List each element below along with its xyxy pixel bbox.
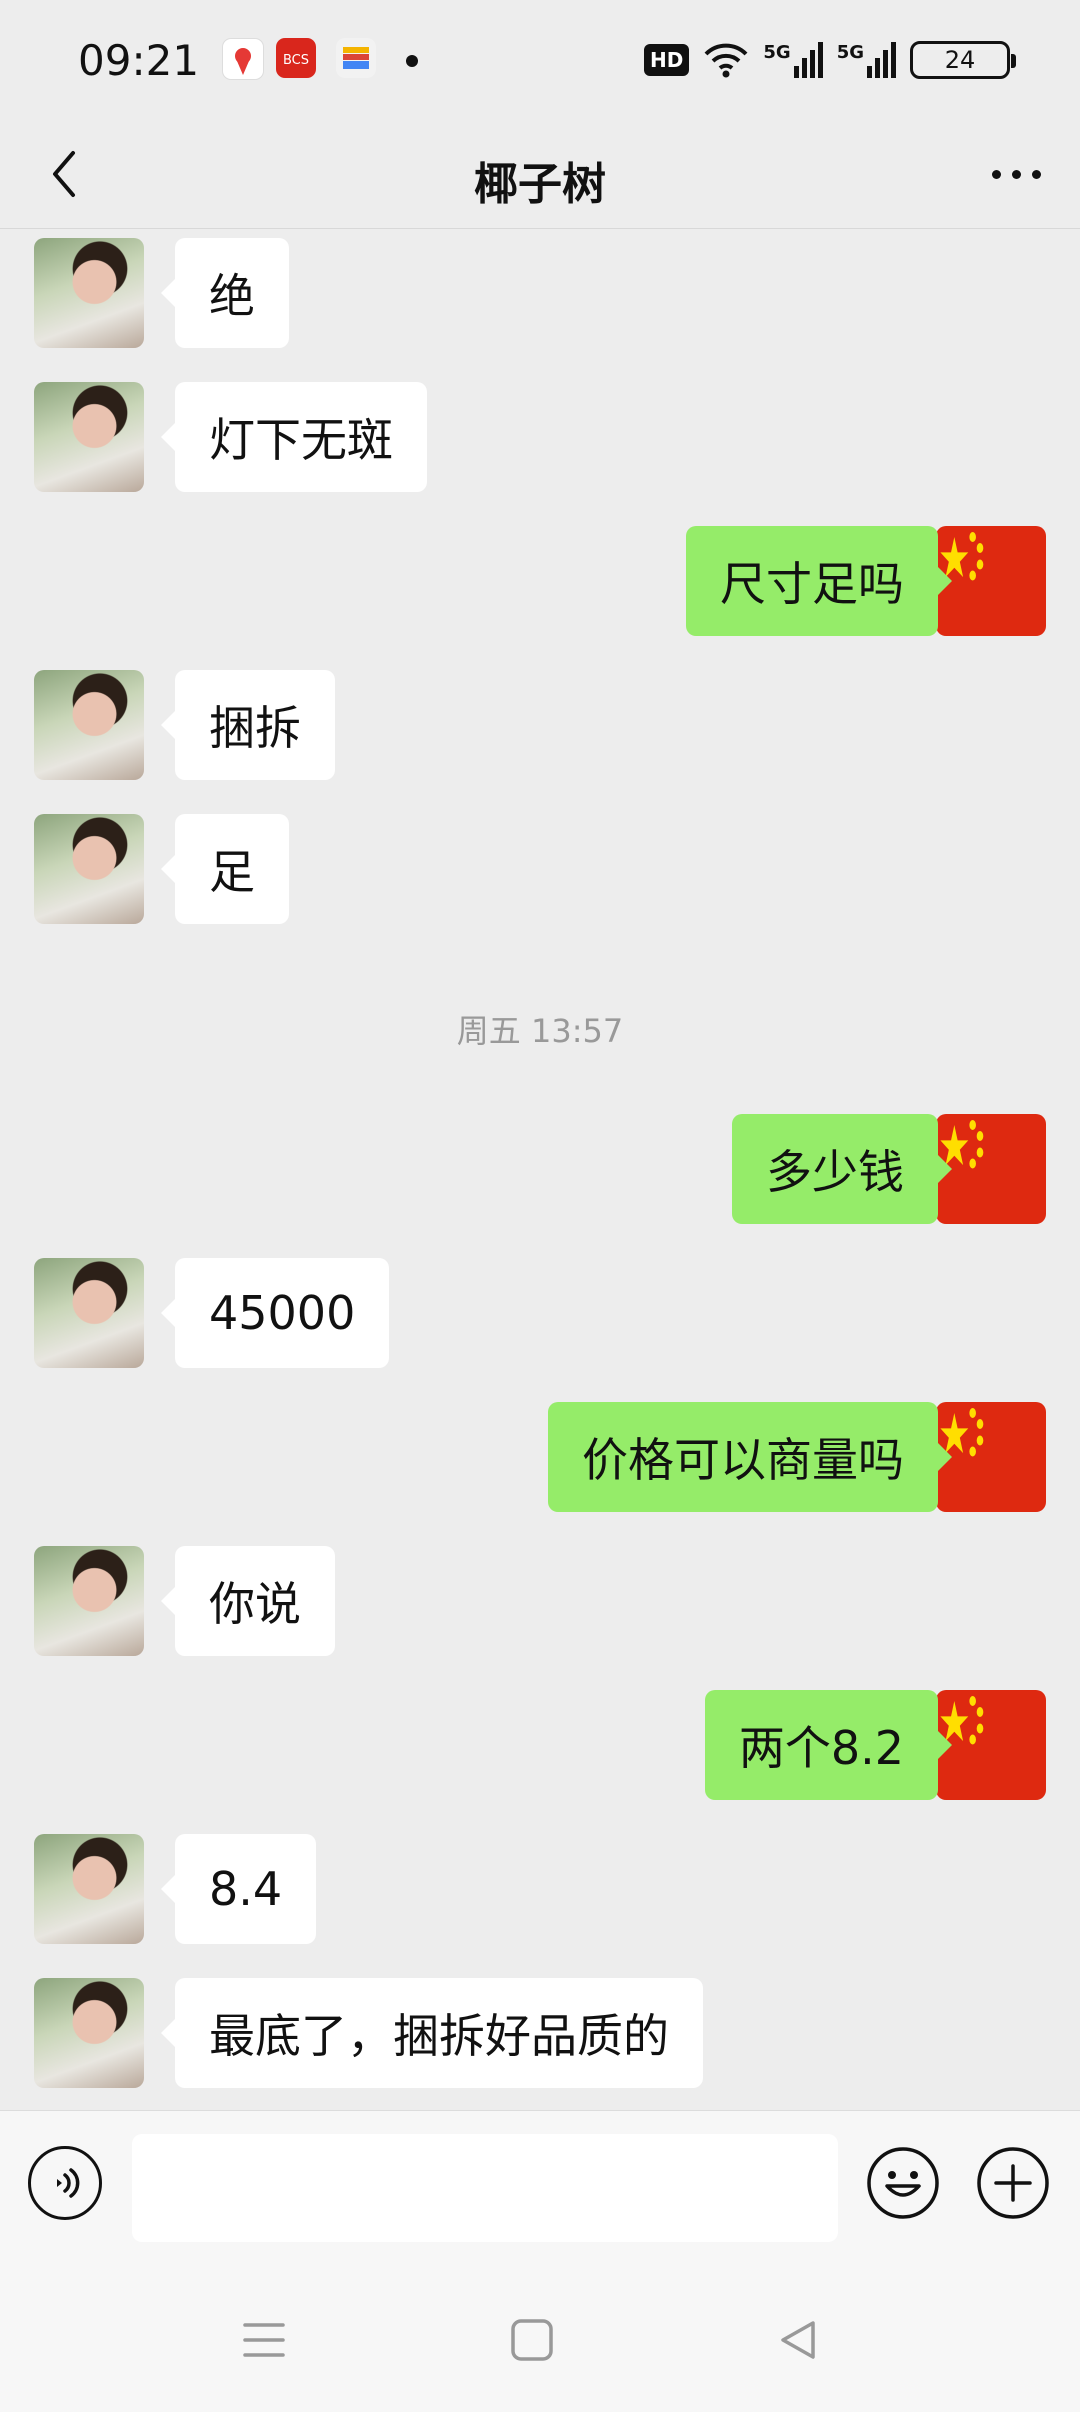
status-bar: 09:21 BCS HD 5G 5G 24 xyxy=(0,0,1080,120)
svg-text:BCS: BCS xyxy=(283,53,309,68)
message-bubble[interactable]: 足 xyxy=(161,814,289,924)
system-navigation-bar xyxy=(0,2260,1080,2412)
emoji-icon xyxy=(867,2147,939,2219)
message-received: 灯下无斑 xyxy=(0,382,1080,492)
message-bubble[interactable]: 45000 xyxy=(160,1258,390,1368)
message-bubble[interactable]: 尺寸足吗 xyxy=(686,526,952,636)
my-avatar-flag[interactable] xyxy=(936,526,1046,636)
message-received: 足 xyxy=(0,814,1080,924)
message-received: 绝 xyxy=(0,238,1080,348)
message-sent: 多少钱 xyxy=(0,1114,1080,1224)
my-avatar-flag[interactable] xyxy=(936,1114,1046,1224)
contact-avatar[interactable] xyxy=(34,814,144,924)
emoji-button[interactable] xyxy=(866,2146,940,2220)
contact-avatar[interactable] xyxy=(34,238,144,348)
wallet-app-icon xyxy=(336,38,376,78)
status-icons: HD 5G 5G 24 xyxy=(644,38,1016,82)
more-button[interactable] xyxy=(980,144,1052,204)
message-received: 8.4 xyxy=(0,1834,1080,1944)
contact-avatar[interactable] xyxy=(34,1834,144,1944)
message-bubble[interactable]: 捆拆 xyxy=(161,670,335,780)
menu-icon xyxy=(243,2323,285,2357)
plus-icon xyxy=(977,2147,1049,2219)
more-dots-icon xyxy=(991,169,1001,179)
message-sent: 尺寸足吗 xyxy=(0,526,1080,636)
voice-button[interactable] xyxy=(28,2146,102,2220)
message-bubble[interactable]: 价格可以商量吗 xyxy=(548,1402,952,1512)
back-triangle-icon xyxy=(781,2321,815,2359)
contact-avatar[interactable] xyxy=(34,1546,144,1656)
message-list[interactable]: 绝 灯下无斑 尺寸足吗 捆拆 足 周五 13:57 多少钱 45000 价格可以… xyxy=(0,229,1080,2109)
message-received: 捆拆 xyxy=(0,670,1080,780)
message-timestamp: 周五 13:57 xyxy=(456,1012,624,1050)
hd-icon: HD xyxy=(644,44,690,76)
my-avatar-flag[interactable] xyxy=(936,1690,1046,1800)
bank-app-icon: BCS xyxy=(276,38,316,78)
chat-title: 椰子树 xyxy=(474,159,606,210)
voice-icon xyxy=(57,2168,80,2198)
signal-5g-icon-2: 5G xyxy=(837,42,896,78)
message-input[interactable] xyxy=(132,2134,838,2242)
home-button[interactable] xyxy=(502,2310,562,2370)
message-bubble[interactable]: 8.4 xyxy=(160,1834,317,1944)
chat-header: 椰子树 xyxy=(0,120,1080,229)
my-avatar-flag[interactable] xyxy=(936,1402,1046,1512)
signal-5g-icon-1: 5G xyxy=(763,42,823,78)
home-square-icon xyxy=(511,2319,553,2361)
message-received: 45000 xyxy=(0,1258,1080,1368)
contact-avatar[interactable] xyxy=(34,382,144,492)
message-bubble[interactable]: 最底了，捆拆好品质的 xyxy=(161,1978,703,2088)
message-received: 你说 xyxy=(0,1546,1080,1656)
wifi-icon xyxy=(704,43,748,78)
message-bubble[interactable]: 两个8.2 xyxy=(704,1690,953,1800)
battery-level: 24 xyxy=(944,46,976,74)
message-bubble[interactable]: 绝 xyxy=(161,238,289,348)
message-bubble[interactable]: 多少钱 xyxy=(732,1114,952,1224)
contact-avatar[interactable] xyxy=(34,670,144,780)
message-bubble[interactable]: 你说 xyxy=(161,1546,335,1656)
input-bar xyxy=(0,2110,1080,2261)
battery-icon: 24 xyxy=(910,41,1016,79)
message-bubble[interactable]: 灯下无斑 xyxy=(161,382,427,492)
contact-avatar[interactable] xyxy=(34,1978,144,2088)
notification-dot-icon xyxy=(406,55,418,67)
plus-button[interactable] xyxy=(976,2146,1050,2220)
maps-app-icon xyxy=(222,38,264,80)
recent-apps-button[interactable] xyxy=(234,2310,294,2370)
message-received: 最底了，捆拆好品质的 xyxy=(0,1978,1080,2088)
message-sent: 价格可以商量吗 xyxy=(0,1402,1080,1512)
message-sent: 两个8.2 xyxy=(0,1690,1080,1800)
status-time: 09:21 xyxy=(78,36,200,85)
system-back-button[interactable] xyxy=(768,2310,828,2370)
contact-avatar[interactable] xyxy=(34,1258,144,1368)
